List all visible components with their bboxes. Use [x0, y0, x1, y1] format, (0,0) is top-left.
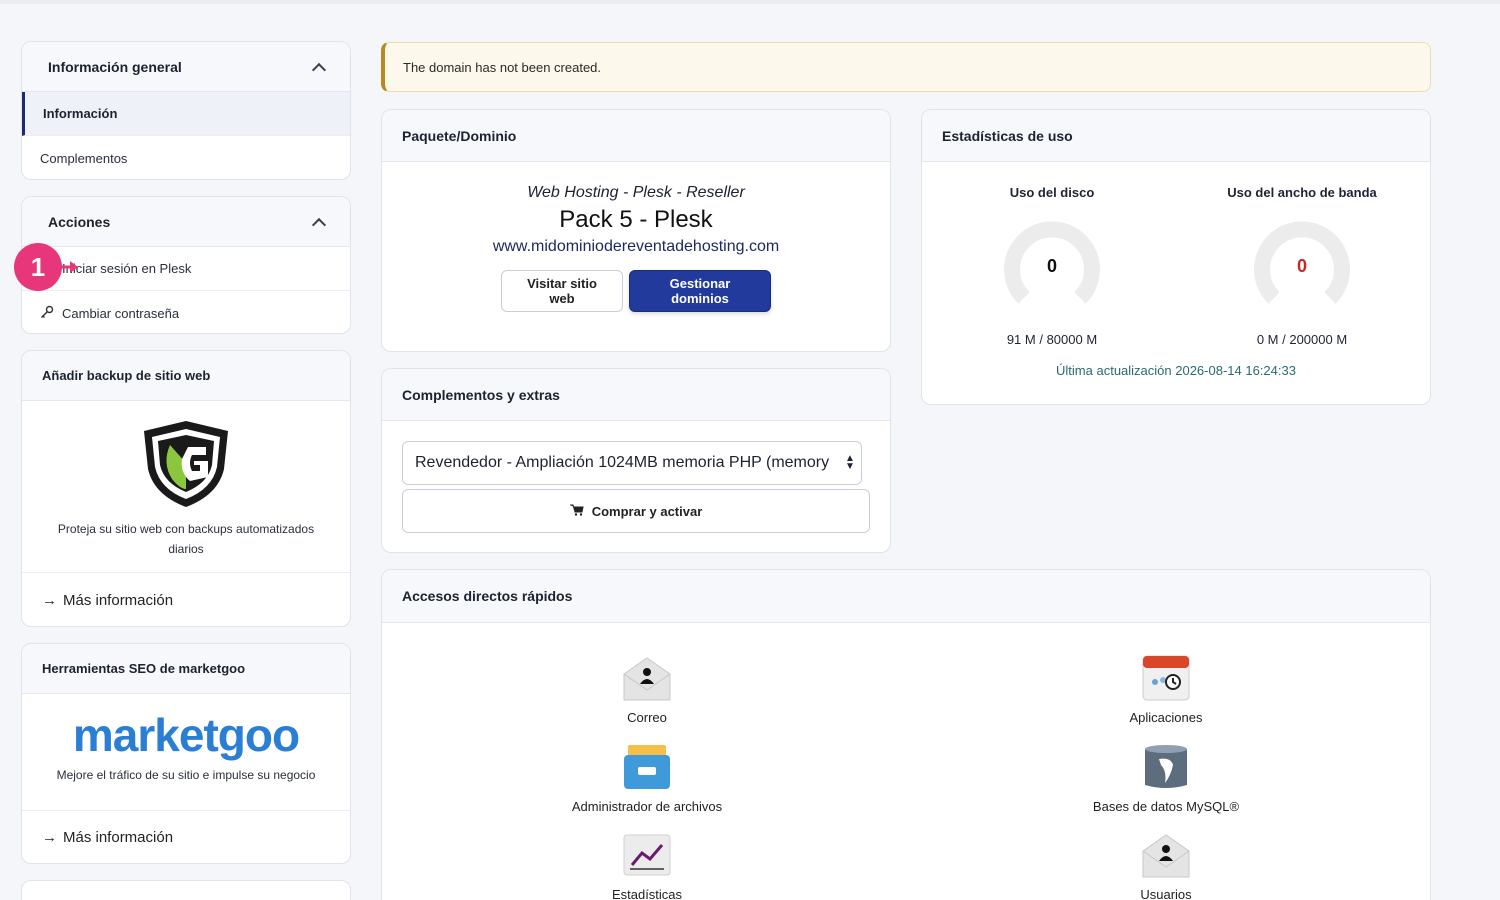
- buy-activate-button[interactable]: Comprar y activar: [402, 489, 870, 533]
- seo-body: marketgoo Mejore el tráfico de su sitio …: [22, 694, 350, 811]
- mail-icon: [622, 654, 672, 702]
- package-title: Paquete/Dominio: [402, 127, 517, 144]
- alert-message: The domain has not been created.: [403, 59, 602, 75]
- change-password-link[interactable]: Cambiar contraseña: [22, 291, 350, 333]
- visit-website-button[interactable]: Visitar sitio web: [501, 270, 623, 312]
- shortcut-users[interactable]: Usuarios: [1036, 831, 1296, 900]
- addons-header: Complementos y extras: [382, 369, 890, 421]
- domain-alert: The domain has not been created.: [381, 42, 1431, 92]
- login-plesk-label: Iniciar sesión en Plesk: [62, 261, 192, 276]
- mysql-database-icon: [1141, 743, 1191, 791]
- backup-body: Proteja su sitio web con backups automat…: [22, 401, 350, 573]
- shortcut-mysql[interactable]: Bases de datos MySQL®: [1036, 743, 1296, 814]
- seo-more-info-link[interactable]: → Más información: [22, 811, 350, 863]
- addons-title: Complementos y extras: [402, 386, 560, 403]
- disk-usage: Uso del disco 0 91 M / 80000 M: [952, 185, 1152, 347]
- package-name: Pack 5 - Plesk: [559, 206, 713, 233]
- sidebar-item-complementos[interactable]: Complementos: [22, 136, 350, 179]
- shortcut-file-manager[interactable]: Administrador de archivos: [517, 743, 777, 814]
- shortcut-mail[interactable]: Correo: [517, 654, 777, 725]
- addons-card: Complementos y extras Revendedor - Ampli…: [381, 368, 891, 553]
- usage-header: Estadísticas de uso: [922, 110, 1430, 162]
- package-type: Web Hosting - Plesk - Reseller: [527, 184, 745, 201]
- bandwidth-usage-value: 0: [1296, 256, 1307, 276]
- select-arrows-icon: ▲ ▼: [845, 453, 855, 472]
- backup-shield-logo: [140, 419, 232, 509]
- chevron-up-icon[interactable]: [311, 62, 327, 77]
- cart-icon: [569, 504, 584, 519]
- backup-description: Proteja su sitio web con backups automat…: [57, 522, 315, 556]
- package-card: Paquete/Dominio Web Hosting - Plesk - Re…: [381, 109, 891, 352]
- key-icon: [40, 305, 56, 322]
- disk-gauge: 0: [1002, 220, 1102, 320]
- seo-description: Mejore el tráfico de su sitio e impulse …: [56, 768, 316, 782]
- usage-card: Estadísticas de uso Uso del disco 0 91 M…: [921, 109, 1431, 405]
- general-info-card: Información general Información Compleme…: [21, 41, 351, 180]
- shortcut-label: Aplicaciones: [1129, 710, 1203, 725]
- package-body: Web Hosting - Plesk - Reseller Pack 5 - …: [382, 162, 890, 312]
- addon-select-value: Revendedor - Ampliación 1024MB memoria P…: [415, 454, 830, 471]
- bandwidth-usage: Uso del ancho de banda 0 0 M / 200000 M: [1202, 185, 1402, 347]
- shortcuts-card: Accesos directos rápidos Correo Aplicaci…: [381, 569, 1431, 900]
- seo-card: Herramientas SEO de marketgoo marketgoo …: [21, 643, 351, 864]
- bandwidth-gauge: 0: [1252, 220, 1352, 320]
- shortcut-label: Estadísticas: [611, 887, 683, 900]
- backup-header: Añadir backup de sitio web: [22, 351, 350, 401]
- annotation-badge: 1: [14, 243, 62, 291]
- actions-title: Acciones: [48, 213, 111, 230]
- change-password-label: Cambiar contraseña: [62, 305, 180, 321]
- backup-more-info-label: Más información: [63, 591, 174, 609]
- shortcut-label: Usuarios: [1140, 887, 1192, 900]
- sidebar-card-partial: [21, 880, 351, 900]
- top-bar: [0, 0, 1500, 4]
- shortcut-label: Correo: [627, 710, 667, 725]
- statistics-icon: [622, 831, 672, 879]
- shortcut-statistics[interactable]: Estadísticas: [517, 831, 777, 900]
- general-info-title: Información general: [48, 58, 182, 75]
- shortcut-label: Administrador de archivos: [571, 799, 723, 814]
- shortcuts-title: Accesos directos rápidos: [402, 588, 573, 604]
- manage-domains-button[interactable]: Gestionar dominios: [629, 270, 771, 312]
- arrow-right-icon: →: [42, 591, 57, 609]
- general-info-header[interactable]: Información general: [22, 42, 350, 92]
- shortcut-label: Bases de datos MySQL®: [1092, 799, 1240, 814]
- sidebar-item-label: Complementos: [40, 150, 128, 166]
- shortcut-applications[interactable]: Aplicaciones: [1036, 654, 1296, 725]
- bandwidth-usage-label: Uso del ancho de banda: [1227, 185, 1377, 200]
- backup-card: Añadir backup de sitio web Proteja su si…: [21, 350, 351, 627]
- seo-header: Herramientas SEO de marketgoo: [22, 644, 350, 694]
- applications-icon: [1141, 654, 1191, 702]
- chevron-up-icon[interactable]: [311, 217, 327, 232]
- package-domain: www.midominiodereventadehosting.com: [492, 238, 780, 255]
- marketgoo-logo: marketgoo: [72, 709, 300, 761]
- sidebar-item-label: Información: [43, 106, 118, 121]
- seo-more-info-label: Más información: [63, 828, 174, 846]
- actions-header[interactable]: Acciones: [22, 197, 350, 247]
- backup-more-info-link[interactable]: → Más información: [22, 573, 350, 626]
- bandwidth-usage-detail: 0 M / 200000 M: [1256, 332, 1348, 347]
- sidebar-item-informacion[interactable]: Información: [22, 92, 350, 136]
- disk-usage-label: Uso del disco: [1009, 185, 1095, 200]
- buy-activate-label: Comprar y activar: [591, 503, 703, 519]
- package-header: Paquete/Dominio: [382, 110, 890, 162]
- usage-updated: Última actualización 2026-08-14 16:24:33: [1056, 363, 1296, 378]
- package-actions: Visitar sitio web Gestionar dominios: [382, 270, 890, 312]
- annotation-arrow-icon: [60, 261, 78, 273]
- seo-title: Herramientas SEO de marketgoo: [42, 661, 246, 676]
- disk-usage-value: 0: [1046, 256, 1057, 276]
- usage-title: Estadísticas de uso: [942, 127, 1073, 144]
- disk-usage-detail: 91 M / 80000 M: [1006, 332, 1098, 347]
- arrow-right-icon: →: [42, 828, 57, 846]
- shortcuts-header: Accesos directos rápidos: [382, 570, 1430, 623]
- users-icon: [1141, 831, 1191, 879]
- file-manager-icon: [622, 743, 672, 791]
- backup-title: Añadir backup de sitio web: [42, 368, 211, 383]
- addon-select[interactable]: Revendedor - Ampliación 1024MB memoria P…: [402, 441, 862, 485]
